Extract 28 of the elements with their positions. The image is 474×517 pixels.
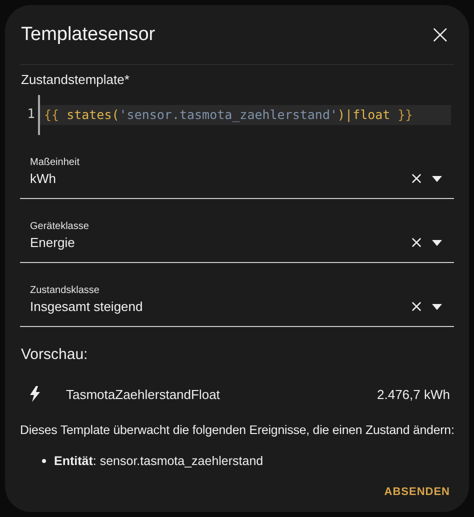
listeners-text: Dieses Template überwacht die folgenden Ereignisse, die einen Zustand ändern: [20, 422, 454, 439]
dialog-title: Templatesensor [21, 23, 156, 47]
clear-icon[interactable] [409, 171, 424, 186]
select-field[interactable]: Maßeinheit kWh [20, 135, 454, 199]
field-label: Maßeinheit [30, 156, 80, 170]
dropdown-caret-icon[interactable] [432, 176, 442, 182]
preview-heading: Vorschau: [21, 345, 89, 365]
field-label: Geräteklasse [30, 220, 90, 234]
select-field[interactable]: Geräteklasse Energie [20, 199, 454, 263]
select-field[interactable]: Zustandsklasse Insgesamt steigend [20, 263, 454, 327]
bullet-icon [42, 458, 46, 463]
close-button[interactable]: × [429, 22, 451, 48]
field-value: kWh [30, 170, 57, 188]
field-label: Zustandsklasse [30, 284, 100, 298]
clear-icon[interactable] [409, 235, 424, 250]
line-number: 1 [26, 106, 36, 124]
code-editor[interactable]: 1 {{ states('sensor.tasmota_zaehlerstand')|float }} [20, 95, 451, 135]
dropdown-caret-icon[interactable] [432, 240, 442, 246]
template-label: Zustandstemplate* [21, 70, 130, 89]
dropdown-caret-icon[interactable] [432, 304, 442, 310]
submit-button[interactable]: ABSENDEN [382, 482, 452, 502]
listener-item: Entität: sensor.tasmota_zaehlerstand [54, 452, 264, 470]
clear-icon[interactable] [409, 299, 424, 314]
entity-name: TasmotaZaehlerstandFloat [66, 386, 221, 404]
field-value: Energie [30, 234, 76, 252]
lightning-bolt-icon [30, 386, 40, 402]
field-value: Insgesamt steigend [30, 298, 144, 316]
entity-state: 2.476,7 kWh [377, 386, 450, 404]
